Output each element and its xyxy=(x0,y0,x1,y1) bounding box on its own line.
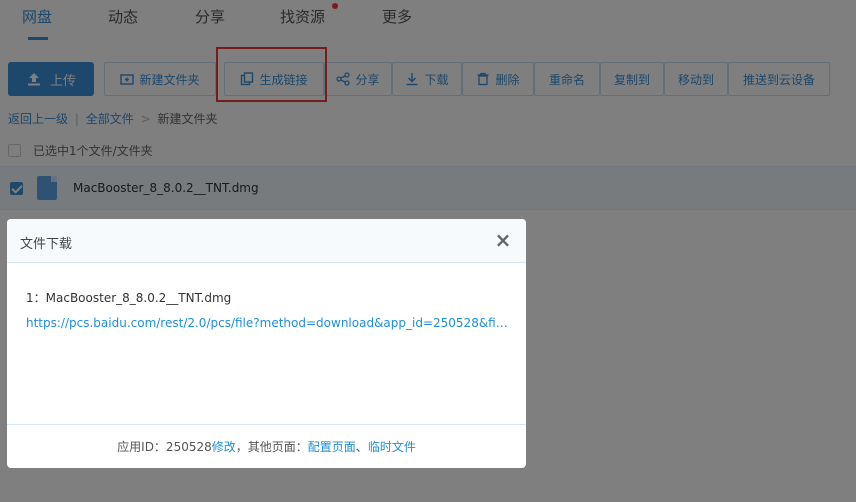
other-pages-text: ，其他页面： xyxy=(235,440,308,454)
config-page-link[interactable]: 配置页面 xyxy=(308,438,356,455)
close-icon[interactable]: × xyxy=(494,230,512,250)
footer-separator: 、 xyxy=(355,440,368,454)
file-download-dialog: 文件下载 × 1：MacBooster_8_8.0.2__TNT.dmg htt… xyxy=(7,219,526,468)
app-id-text: 应用ID：250528 xyxy=(117,440,212,454)
dialog-body: 1：MacBooster_8_8.0.2__TNT.dmg https://pc… xyxy=(26,289,511,330)
dialog-header: 文件下载 × xyxy=(7,219,526,263)
download-item-name: 1：MacBooster_8_8.0.2__TNT.dmg xyxy=(26,291,232,305)
temp-file-link[interactable]: 临时文件 xyxy=(368,438,416,455)
modify-link[interactable]: 修改 xyxy=(212,438,236,455)
download-link[interactable]: https://pcs.baidu.com/rest/2.0/pcs/file?… xyxy=(26,316,508,330)
dialog-footer: 应用ID：250528 修改 ，其他页面： 配置页面 、 临时文件 xyxy=(7,424,526,468)
dialog-title: 文件下载 xyxy=(20,237,73,252)
